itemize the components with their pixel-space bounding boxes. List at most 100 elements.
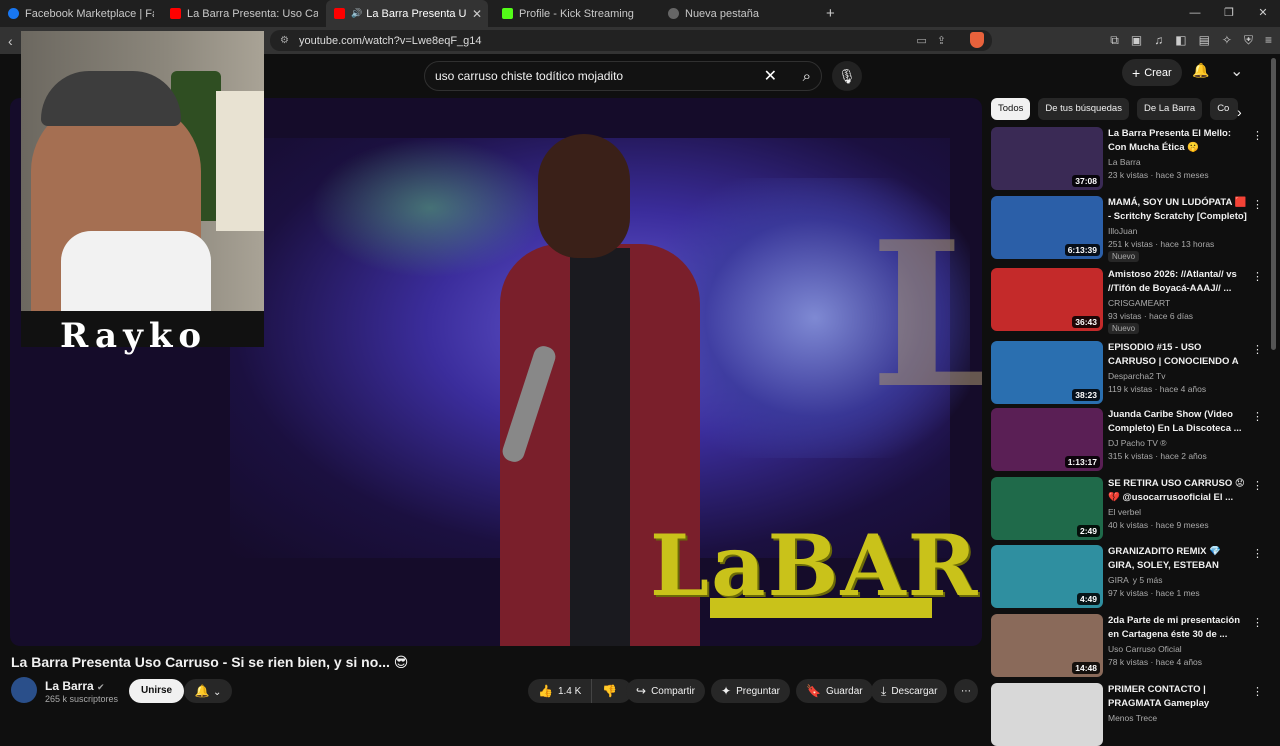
recommendation-title[interactable]: PRIMER CONTACTO | PRAGMATA Gameplay Espa… [1108,683,1248,710]
scrollbar[interactable] [1271,58,1276,350]
notifications-bell-icon[interactable]: 🔔 [1192,62,1209,79]
download-button[interactable]: ⤓ Descargar [871,679,948,703]
tab-kick[interactable]: Profile - Kick Streaming [488,0,654,27]
recommendation-title[interactable]: Juanda Caribe Show (Video Completo) En L… [1108,408,1248,435]
recommendation-channel[interactable]: La Barra [1108,157,1141,167]
video-thumbnail[interactable]: 1:13:17 [991,408,1103,471]
menu-icon[interactable]: ≡ [1265,33,1272,48]
recommendation-title[interactable]: Amistoso 2026: //Atlanta// vs //Tifón de… [1108,268,1248,295]
recommendation-item[interactable]: 6:13:39 MAMÁ, SOY UN LUDÓPATA 🟥 - Scritch… [991,196,1271,262]
like-button[interactable]: 👍 1.4 K [528,679,592,703]
chip-de-la-barra[interactable]: De La Barra [1136,98,1203,120]
video-thumbnail[interactable]: 37:08 [991,127,1103,190]
tab-new[interactable]: Nueva pestaña [654,0,816,27]
new-tab-button[interactable]: + [826,5,835,22]
more-options-icon[interactable]: ⋮ [1252,410,1263,423]
account-chevron-icon[interactable]: ⌄ [1230,61,1243,81]
recommendation-channel[interactable]: CRISGAMEART [1108,298,1170,308]
thumbs-up-icon: 👍 [538,684,553,698]
video-thumbnail[interactable]: 2:49 [991,477,1103,540]
video-thumbnail[interactable]: 38:23 [991,341,1103,404]
restore-icon[interactable]: ❐ [1212,0,1246,27]
recommendation-item[interactable]: PRIMER CONTACTO | PRAGMATA Gameplay Espa… [991,683,1271,746]
subscription-bell-button[interactable]: 🔔 ⌄ [184,679,232,703]
search-icon[interactable]: ⌕ [803,68,811,85]
recommendation-item[interactable]: 14:48 2da Parte de mi presentación en Car… [991,614,1271,677]
more-options-icon[interactable]: ⋮ [1252,479,1263,492]
more-options-icon[interactable]: ⋮ [1252,198,1263,211]
video-thumbnail[interactable]: 36:43 [991,268,1103,331]
chip-de-tus-busquedas[interactable]: De tus búsquedas [1038,98,1129,120]
recommendation-item[interactable]: 1:13:17 Juanda Caribe Show (Video Complet… [991,408,1271,471]
vpn-icon[interactable]: ⛨ [1244,33,1253,48]
more-options-icon[interactable]: ⋮ [1252,270,1263,283]
tab-facebook[interactable]: Facebook Marketplace | Facebook [0,0,162,27]
save-button[interactable]: 🔖 Guardar [796,679,873,703]
video-thumbnail[interactable]: 6:13:39 [991,196,1103,259]
recommendation-title[interactable]: MAMÁ, SOY UN LUDÓPATA 🟥 - Scritchy Scrat… [1108,196,1248,223]
clear-search-icon[interactable]: ✕ [764,66,777,86]
share-button[interactable]: ↪ Compartir [626,679,705,703]
recommendation-channel[interactable]: Menos Trece [1108,713,1157,723]
recommendation-item[interactable]: 36:43 Amistoso 2026: //Atlanta// vs //Tif… [991,268,1271,334]
recommendation-item[interactable]: 2:49 SE RETIRA USO CARRUSO 😟 💔 @usocarrus… [991,477,1271,540]
video-thumbnail[interactable] [991,683,1103,746]
brave-shield-icon[interactable] [970,32,984,48]
new-badge: Nuevo [1108,251,1140,262]
wallet-icon[interactable]: ▣ [1131,33,1142,48]
recommendation-channel[interactable]: DJ Pacho TV ® [1108,438,1167,448]
recommendation-channel[interactable]: Desparcha2 Tv [1108,371,1165,381]
more-actions-button[interactable]: ⋯ [954,679,978,703]
create-button[interactable]: + Crear [1122,59,1182,86]
more-options-icon[interactable]: ⋮ [1252,685,1263,698]
voice-search-icon[interactable]: 🎙 [832,61,862,91]
recommendation-channel[interactable]: GIRA y 5 más [1108,575,1163,585]
more-options-icon[interactable]: ⋮ [1252,129,1263,142]
more-options-icon[interactable]: ⋮ [1252,616,1263,629]
address-bar[interactable]: ⚙ youtube.com/watch?v=Lwe8eqF_g14 ▭⇪ [270,30,992,51]
chip-todos[interactable]: Todos [991,98,1031,120]
chevron-right-icon[interactable]: › [1237,104,1242,120]
video-thumbnail[interactable]: 14:48 [991,614,1103,677]
leo-icon[interactable]: ✧ [1222,33,1232,48]
tab-label: La Barra Presenta: Uso Carruso - El M [187,7,318,20]
more-options-icon[interactable]: ⋮ [1252,343,1263,356]
recommendation-title[interactable]: GRANIZADITO REMIX 💎 GIRA, SOLEY, ESTEBAN… [1108,545,1248,572]
tab-la-barra-1[interactable]: La Barra Presenta: Uso Carruso - El M [162,0,326,27]
wallet-card-icon[interactable]: ▤ [1199,33,1210,48]
video-thumbnail[interactable]: 4:49 [991,545,1103,608]
back-icon[interactable]: ‹ [8,33,13,49]
plus-icon: + [1132,64,1141,81]
extensions-icon[interactable]: ⧉ [1110,33,1119,48]
recommendation-title[interactable]: 2da Parte de mi presentación en Cartagen… [1108,614,1248,641]
sidebar-icon[interactable]: ◧ [1175,33,1186,48]
channel-avatar[interactable] [11,677,37,703]
recommendation-title[interactable]: EPISODIO #15 - USO CARRUSO | CONOCIENDO … [1108,341,1248,368]
more-options-icon[interactable]: ⋮ [1252,547,1263,560]
tab-la-barra-active[interactable]: 🔊 La Barra Presenta Uso Carrus ✕ [326,0,488,27]
recommendation-item[interactable]: 38:23 EPISODIO #15 - USO CARRUSO | CONOCI… [991,341,1271,404]
recommendation-title[interactable]: La Barra Presenta El Mello: Con Mucha Ét… [1108,127,1248,154]
close-tab-icon[interactable]: ✕ [472,7,482,21]
site-info-icon[interactable]: ⚙ [280,35,289,46]
thumbs-down-icon: 👎 [602,684,618,698]
music-icon[interactable]: ♫ [1154,33,1163,48]
recommendation-title[interactable]: SE RETIRA USO CARRUSO 😟 💔 @usocarrusoofi… [1108,477,1248,504]
create-label: Crear [1144,66,1172,79]
recommendation-channel[interactable]: IlloJuan [1108,226,1137,236]
speaker-icon[interactable]: 🔊 [351,8,362,19]
recommendation-channel[interactable]: Uso Carruso Oficial [1108,644,1182,654]
recommendation-item[interactable]: 37:08 La Barra Presenta El Mello: Con Muc… [991,127,1271,190]
video-title: La Barra Presenta Uso Carruso - Si se ri… [11,654,409,670]
join-button[interactable]: Unirse [129,679,185,703]
video-duration: 6:13:39 [1064,244,1100,256]
chip-more[interactable]: Co [1210,98,1239,120]
search-input[interactable]: uso carruso chiste todítico mojadito ✕ ⌕ [424,61,822,91]
recommendation-channel[interactable]: El verbel [1108,507,1141,517]
ask-button[interactable]: ✦ Preguntar [711,679,790,703]
minimize-icon[interactable]: — [1178,0,1212,27]
channel-name[interactable]: La Barra ✔ [45,679,105,693]
address-bar-icons[interactable]: ▭⇪ [916,34,956,47]
recommendation-item[interactable]: 4:49 GRANIZADITO REMIX 💎 GIRA, SOLEY, EST… [991,545,1271,608]
close-window-icon[interactable]: ✕ [1246,0,1280,27]
